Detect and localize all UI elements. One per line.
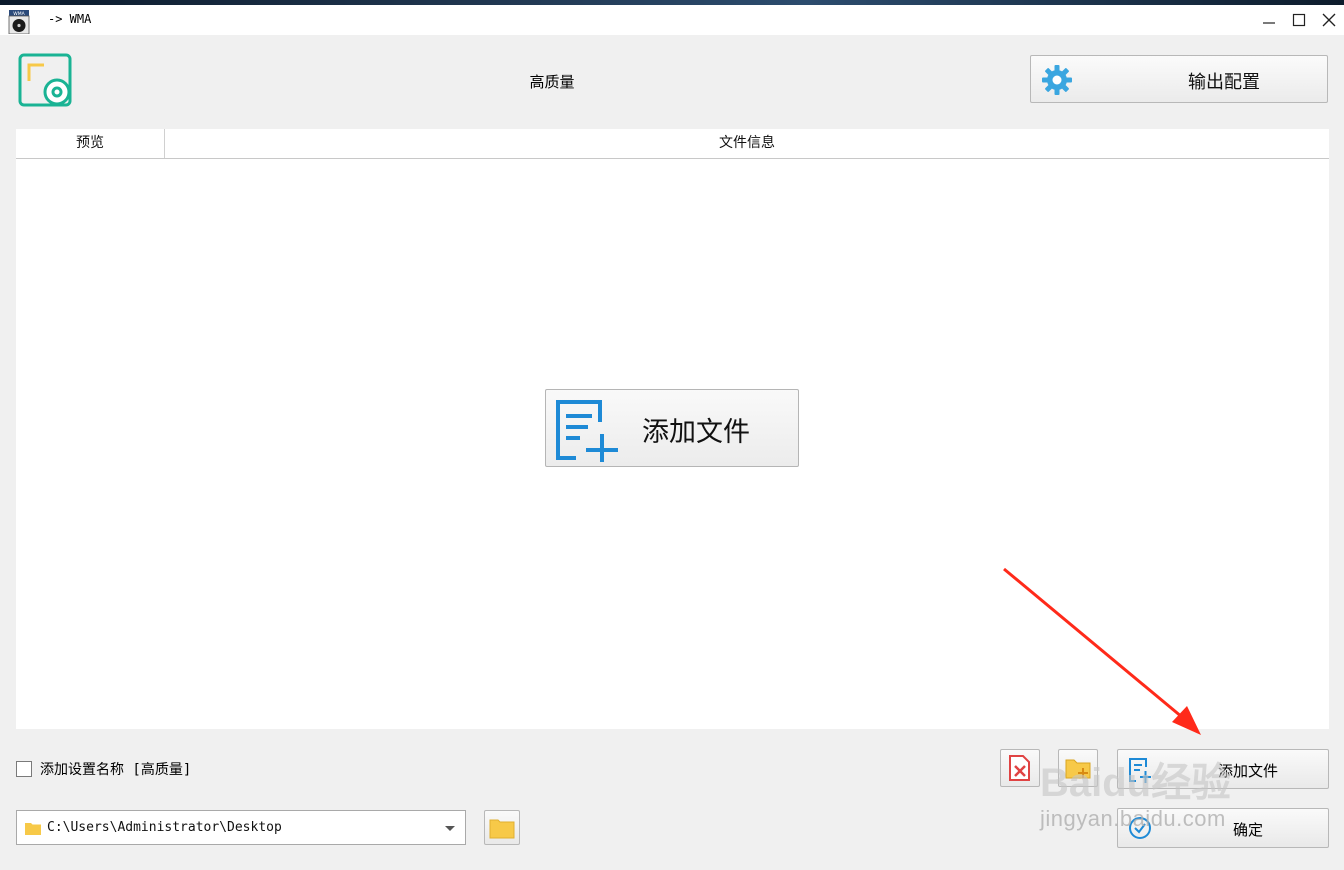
minimize-icon — [1263, 22, 1275, 24]
close-button[interactable] — [1314, 7, 1344, 33]
add-file-icon — [556, 400, 618, 462]
browse-folder-button[interactable] — [484, 810, 520, 845]
app-window: WMA -> WMA 高质量 输出配置 预览 文件信息 添加文件 添加设置名称 … — [0, 5, 1344, 870]
watermark-brand: Baidu经验 — [1040, 761, 1232, 805]
window-title: -> WMA — [48, 12, 92, 26]
output-settings-button[interactable]: 输出配置 — [1030, 55, 1328, 103]
dropdown-arrow-icon[interactable] — [445, 826, 455, 831]
output-folder-path: C:\Users\Administrator\Desktop — [47, 820, 282, 835]
add-profile-name-option[interactable]: 添加设置名称 [高质量] — [16, 759, 191, 779]
profile-title: 高质量 — [529, 73, 575, 91]
add-profile-name-label: 添加设置名称 [高质量] — [40, 762, 192, 778]
minimize-button[interactable] — [1254, 7, 1284, 33]
profile-header: 高质量 输出配置 — [0, 35, 1344, 127]
maximize-icon — [1292, 13, 1306, 27]
remove-file-button[interactable] — [1000, 749, 1040, 787]
close-icon — [1322, 13, 1336, 27]
open-folder-icon — [489, 819, 515, 838]
add-profile-name-checkbox[interactable] — [16, 761, 32, 777]
maximize-button[interactable] — [1284, 7, 1314, 33]
gear-icon — [1042, 65, 1072, 95]
column-header-file-info[interactable]: 文件信息 — [165, 129, 1329, 158]
title-bar: WMA -> WMA — [0, 5, 1344, 35]
column-header-preview[interactable]: 预览 — [16, 129, 164, 158]
watermark-url: jingyan.baidu.com — [1040, 806, 1226, 831]
output-settings-label: 输出配置 — [1188, 72, 1260, 93]
add-file-center-label: 添加文件 — [642, 417, 750, 448]
output-folder-select[interactable]: C:\Users\Administrator\Desktop — [16, 810, 466, 845]
table-header: 预览 文件信息 — [16, 129, 1329, 159]
wma-app-icon: WMA — [8, 10, 30, 34]
format-settings-logo-icon — [18, 53, 72, 107]
delete-file-icon — [1009, 755, 1030, 781]
folder-icon — [25, 823, 41, 835]
file-list-table[interactable]: 预览 文件信息 添加文件 — [16, 129, 1329, 729]
add-file-center-button[interactable]: 添加文件 — [545, 389, 799, 467]
